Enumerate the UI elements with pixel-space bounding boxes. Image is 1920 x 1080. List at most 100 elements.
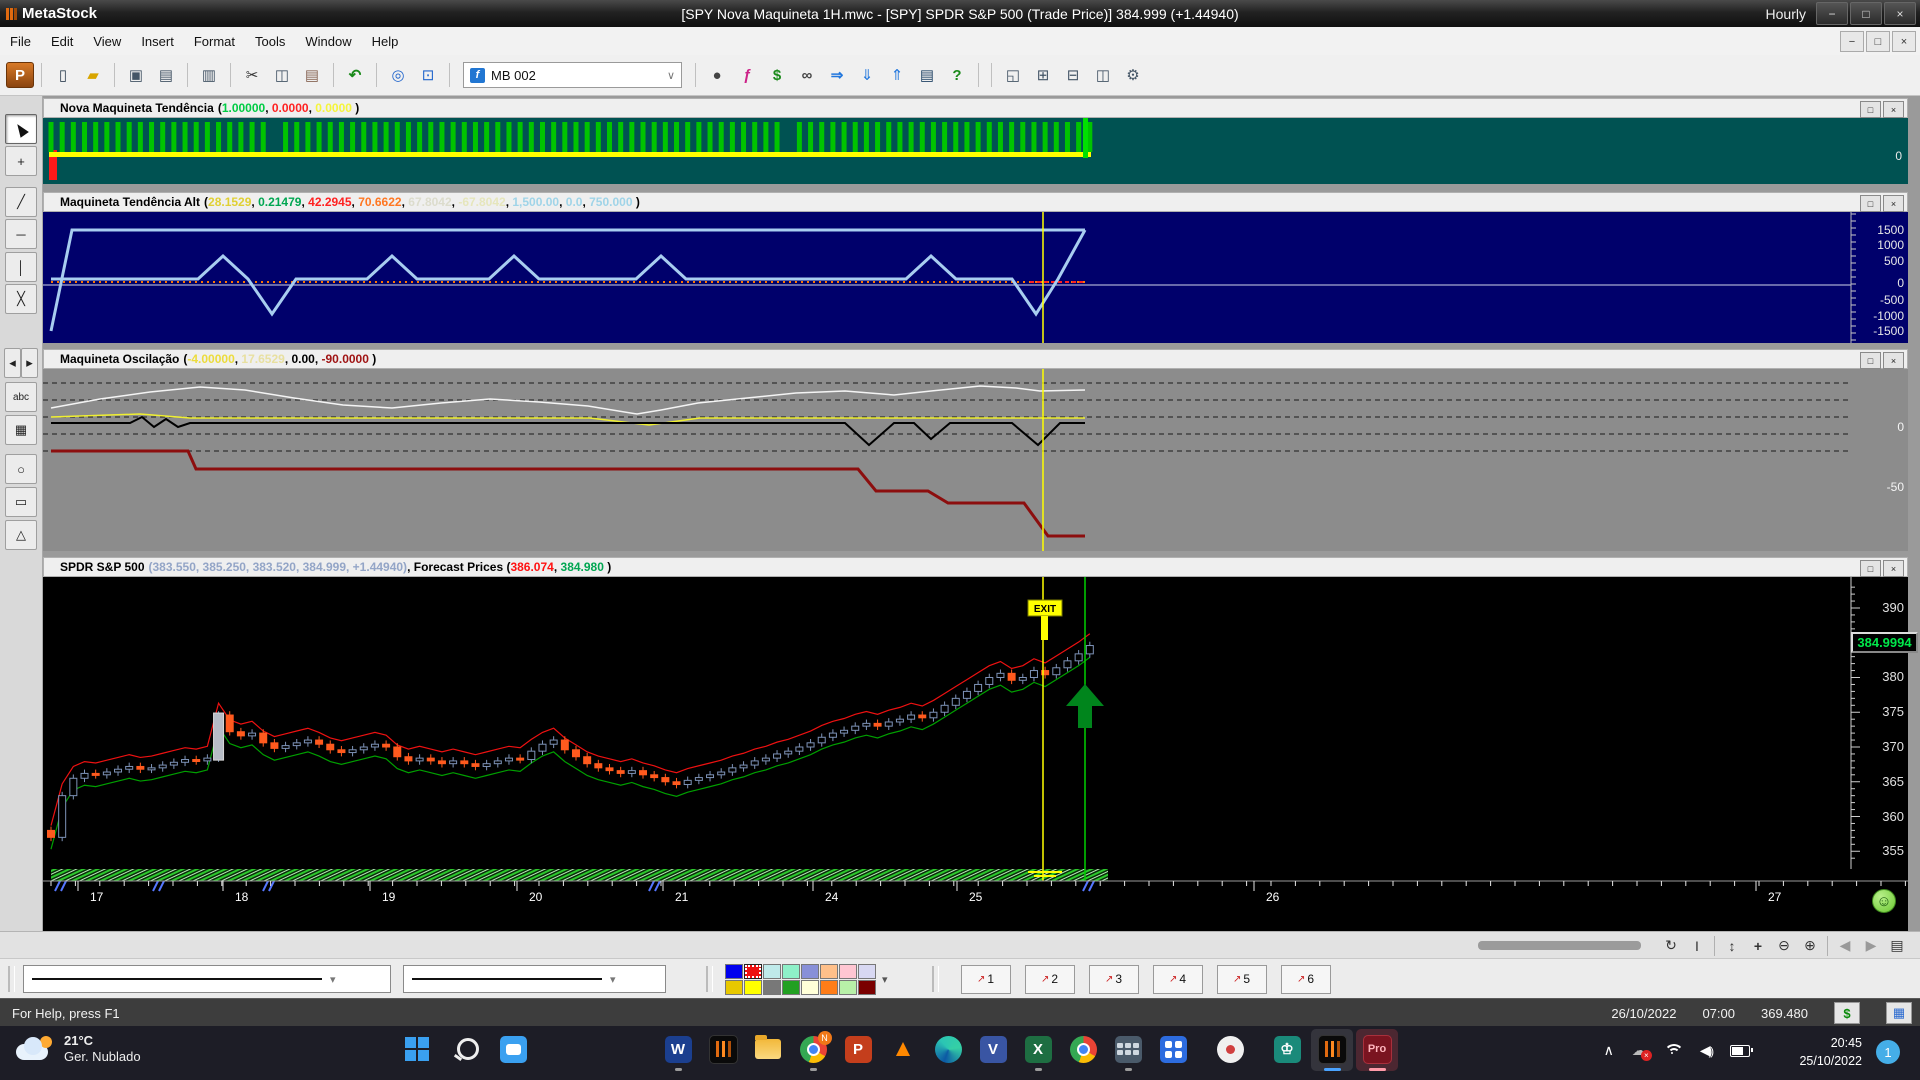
power-console-icon[interactable]: P xyxy=(6,62,34,88)
panel-close-button[interactable]: × xyxy=(1883,195,1904,212)
explorer-icon[interactable]: ● xyxy=(703,62,731,88)
taskbar-search-icon[interactable] xyxy=(453,1034,483,1064)
new-chart-icon[interactable]: ▯ xyxy=(49,62,77,88)
crosshair-icon[interactable]: ◎ xyxy=(384,62,412,88)
weather-widget[interactable]: 21°C Ger. Nublado xyxy=(14,1033,141,1065)
function-icon[interactable]: ƒ xyxy=(733,62,761,88)
toolbar-grip[interactable] xyxy=(706,966,713,992)
color-swatch[interactable] xyxy=(763,980,781,995)
color-swatch[interactable] xyxy=(839,964,857,979)
toolbar-grip[interactable] xyxy=(932,966,939,992)
currency-button[interactable]: $ xyxy=(1834,1002,1860,1024)
color-swatch[interactable] xyxy=(763,964,781,979)
volume-icon[interactable]: ◀)) xyxy=(1700,1042,1712,1059)
vertical-line-tool[interactable]: │ xyxy=(5,252,37,282)
color-swatch[interactable] xyxy=(801,964,819,979)
upload-data-icon[interactable]: ⇑ xyxy=(883,62,911,88)
layout-template-select[interactable]: fMB 002∨ xyxy=(463,62,682,88)
color-swatch[interactable] xyxy=(782,964,800,979)
open-chart-icon[interactable]: ▰ xyxy=(79,62,107,88)
child-minimize-button[interactable]: − xyxy=(1840,31,1864,52)
dollar-icon[interactable]: $ xyxy=(763,62,791,88)
triangle-tool[interactable]: △ xyxy=(5,520,37,550)
tray-chevron-icon[interactable]: ∧ xyxy=(1604,1042,1614,1059)
taskbar-app-circle-icon[interactable] xyxy=(1215,1034,1245,1064)
close-button[interactable]: × xyxy=(1884,2,1916,25)
panel-header-p3[interactable]: Maquineta Oscilação(-4.00000, 17.6529, 0… xyxy=(43,349,1908,369)
binoculars-icon[interactable]: ∞ xyxy=(793,62,821,88)
options-icon[interactable]: ⚙ xyxy=(1119,62,1147,88)
save-icon[interactable]: ▣ xyxy=(122,62,150,88)
menu-format[interactable]: Format xyxy=(184,29,245,54)
taskbar-explorer-icon[interactable] xyxy=(753,1034,783,1064)
taskbar-clock[interactable]: 20:45 25/10/2022 xyxy=(1799,1034,1862,1070)
taskbar-chrome-icon[interactable] xyxy=(1068,1034,1098,1064)
wifi-icon[interactable] xyxy=(1664,1044,1682,1058)
onedrive-icon[interactable]: ☁× xyxy=(1632,1042,1646,1059)
menu-tools[interactable]: Tools xyxy=(245,29,295,54)
chart-template-button-3[interactable]: ↗3 xyxy=(1089,965,1139,994)
panel-chart-p2[interactable]: 150010005000-500-1000-1500 xyxy=(43,212,1908,343)
panel-restore-button[interactable]: □ xyxy=(1860,560,1881,577)
horizontal-line-tool[interactable]: ─ xyxy=(5,219,37,249)
child-close-button[interactable]: × xyxy=(1892,31,1916,52)
menu-button[interactable]: ▤ xyxy=(1884,935,1910,956)
zoom-out-button[interactable]: ⊖ xyxy=(1771,935,1797,956)
expert-advisor-icon[interactable]: ⇒ xyxy=(823,62,851,88)
taskbar-metastock-icon[interactable] xyxy=(708,1034,738,1064)
taskbar-vlc-icon[interactable]: ▲ xyxy=(888,1034,918,1064)
tile-vertical-icon[interactable]: ◫ xyxy=(1089,62,1117,88)
system-button[interactable]: ▦ xyxy=(1886,1002,1912,1024)
zoom-in-button[interactable]: ⊕ xyxy=(1797,935,1823,956)
taskbar-visio-icon[interactable]: V xyxy=(978,1034,1008,1064)
page-right-button[interactable]: ▶ xyxy=(1858,935,1884,956)
color-swatch[interactable] xyxy=(744,964,762,979)
line-style-select-1[interactable]: ▾ xyxy=(23,965,391,993)
taskbar-edge-icon[interactable] xyxy=(933,1034,963,1064)
panel-header-p1[interactable]: Nova Maquineta Tendência(1.00000, 0.0000… xyxy=(43,98,1908,118)
color-swatch[interactable] xyxy=(801,980,819,995)
refresh-button[interactable]: ↻ xyxy=(1658,935,1684,956)
panel-header-p2[interactable]: Maquineta Tendência Alt(28.1529, 0.21479… xyxy=(43,192,1908,212)
panel-chart-p1[interactable]: 0 xyxy=(43,118,1908,184)
panel-restore-button[interactable]: □ xyxy=(1860,352,1881,369)
taskbar-excel-icon[interactable]: X xyxy=(1023,1034,1053,1064)
color-swatch[interactable] xyxy=(744,980,762,995)
panel-restore-button[interactable]: □ xyxy=(1860,195,1881,212)
print-icon[interactable]: ▤ xyxy=(152,62,180,88)
panel-close-button[interactable]: × xyxy=(1883,560,1904,577)
palette-dropdown-icon[interactable]: ▾ xyxy=(882,973,888,986)
chart-template-button-2[interactable]: ↗2 xyxy=(1025,965,1075,994)
text-tool[interactable]: abc xyxy=(5,382,37,412)
menu-help[interactable]: Help xyxy=(362,29,409,54)
taskbar-start-icon[interactable] xyxy=(402,1034,432,1064)
chart-template-button-1[interactable]: ↗1 xyxy=(961,965,1011,994)
taskbar-pro-icon[interactable]: Pro xyxy=(1362,1034,1392,1064)
next-arrow-tool[interactable]: ▸ xyxy=(21,348,38,378)
color-swatch[interactable] xyxy=(725,964,743,979)
grid-tool[interactable]: ▦ xyxy=(5,415,37,445)
prev-arrow-tool[interactable]: ◂ xyxy=(4,348,21,378)
bar-button[interactable]: I xyxy=(1684,935,1710,956)
report-icon[interactable]: ▤ xyxy=(913,62,941,88)
chart-template-button-6[interactable]: ↗6 xyxy=(1281,965,1331,994)
delete-line-tool[interactable]: ╳ xyxy=(5,284,37,314)
taskbar-word-icon[interactable]: W xyxy=(663,1034,693,1064)
cut-icon[interactable]: ✂ xyxy=(238,62,266,88)
ellipse-tool[interactable]: ○ xyxy=(5,454,37,484)
menu-file[interactable]: File xyxy=(0,29,41,54)
undo-icon[interactable]: ↶ xyxy=(341,62,369,88)
taskbar-chrome-n-icon[interactable]: N xyxy=(798,1034,828,1064)
color-swatch[interactable] xyxy=(820,980,838,995)
battery-icon[interactable] xyxy=(1730,1045,1750,1057)
color-swatch[interactable] xyxy=(858,964,876,979)
notification-badge[interactable]: 1 xyxy=(1876,1040,1900,1064)
panel-close-button[interactable]: × xyxy=(1883,352,1904,369)
taskbar-chat-icon[interactable] xyxy=(498,1034,528,1064)
fit-vertical-button[interactable]: ↕ xyxy=(1719,935,1745,956)
menu-edit[interactable]: Edit xyxy=(41,29,83,54)
color-swatch[interactable] xyxy=(725,980,743,995)
expert-advisor-icon[interactable]: ☺ xyxy=(1872,889,1896,913)
taskbar-metastock-active-icon[interactable] xyxy=(1317,1034,1347,1064)
page-left-button[interactable]: ◀ xyxy=(1832,935,1858,956)
